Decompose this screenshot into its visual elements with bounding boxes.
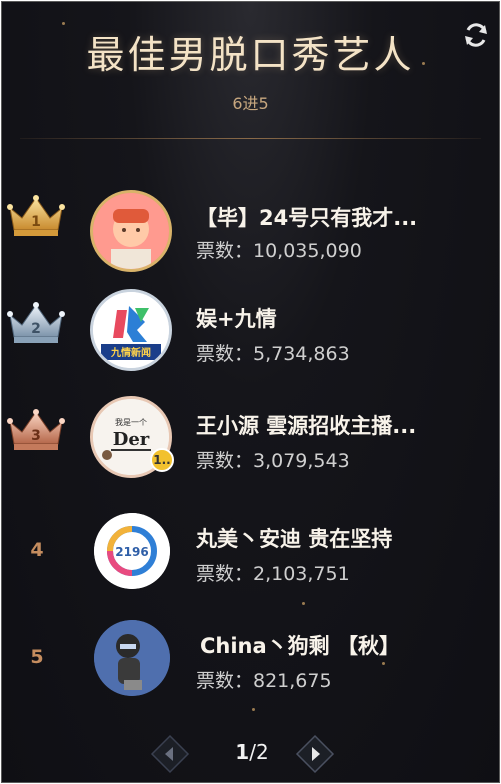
avatar-label: Der: [113, 429, 150, 450]
contestant-name: 王小源 雲源招收主播...: [196, 414, 417, 438]
next-page-button[interactable]: [295, 734, 335, 774]
silver-crown-icon: 2: [7, 302, 65, 343]
rank-number: 1: [31, 214, 41, 230]
rank-number: 5: [30, 646, 44, 668]
contestant-name: China丶狗剩 【秋】: [200, 634, 400, 658]
header: 最佳男脱口秀艺人 6进5: [2, 2, 499, 138]
avatar-image: [94, 620, 170, 696]
vote-count: 票数：821,675: [196, 670, 332, 692]
bronze-crown-icon: 3: [7, 409, 65, 450]
avatar-image: 九情新闻: [93, 292, 169, 368]
refresh-icon: [465, 23, 487, 47]
avatar: [94, 620, 170, 696]
ranking-row[interactable]: 1 【毕】24号只有我才... 票数：10,035,090: [2, 172, 499, 272]
avatar-label: 九情新闻: [110, 346, 151, 359]
avatar: 九情新闻: [90, 289, 172, 371]
rank-number: 4: [30, 539, 44, 561]
chevron-right-icon: [295, 734, 335, 774]
ranking-row[interactable]: 4 2196 丸美丶安迪 贵在坚持 票数：2,103,751: [2, 493, 499, 593]
refresh-button[interactable]: [461, 20, 491, 50]
total-pages: /2: [249, 740, 269, 764]
vote-count: 票数：3,079,543: [196, 450, 350, 472]
page-title: 最佳男脱口秀艺人: [86, 33, 415, 77]
page-indicator: 1/2: [192, 740, 312, 764]
contestant-name: 娱+九情: [196, 307, 277, 331]
rank-number: 2: [31, 321, 41, 337]
avatar-image: 2196: [94, 513, 170, 589]
avatar-image: [93, 193, 169, 269]
chevron-left-icon: [150, 734, 190, 774]
ranking-row[interactable]: 5 China丶狗剩 【秋】 票数：821,675: [2, 600, 499, 700]
rank-number: 3: [31, 428, 41, 444]
voting-panel: 最佳男脱口秀艺人 6进5 1 【毕】24号只有我才... 票数：10,035,0…: [1, 1, 500, 783]
live-badge: 1..: [150, 448, 174, 472]
current-page: 1: [235, 740, 250, 764]
ranking-row[interactable]: 3 我是一个 Der 1.. 王小源 雲源招收主播... 票数：3,079,54…: [2, 386, 499, 486]
sparkle: [252, 708, 255, 711]
contestant-name: 【毕】24号只有我才...: [196, 206, 418, 230]
vote-count: 票数：5,734,863: [196, 343, 350, 365]
ranking-row[interactable]: 2 九情新闻 娱+九情 票数：5,734,863: [2, 279, 499, 379]
header-divider: [20, 138, 481, 139]
avatar: 2196: [94, 513, 170, 589]
avatar: [90, 190, 172, 272]
contestant-name: 丸美丶安迪 贵在坚持: [196, 527, 393, 551]
round-subtitle: 6进5: [232, 94, 269, 113]
gold-crown-icon: 1: [7, 195, 65, 236]
avatar-label: 2196: [115, 545, 148, 559]
avatar-small-text: 我是一个: [115, 417, 147, 427]
vote-count: 票数：10,035,090: [196, 240, 362, 262]
prev-page-button[interactable]: [150, 734, 190, 774]
vote-count: 票数：2,103,751: [196, 563, 350, 585]
pagination: 1/2: [2, 728, 499, 782]
